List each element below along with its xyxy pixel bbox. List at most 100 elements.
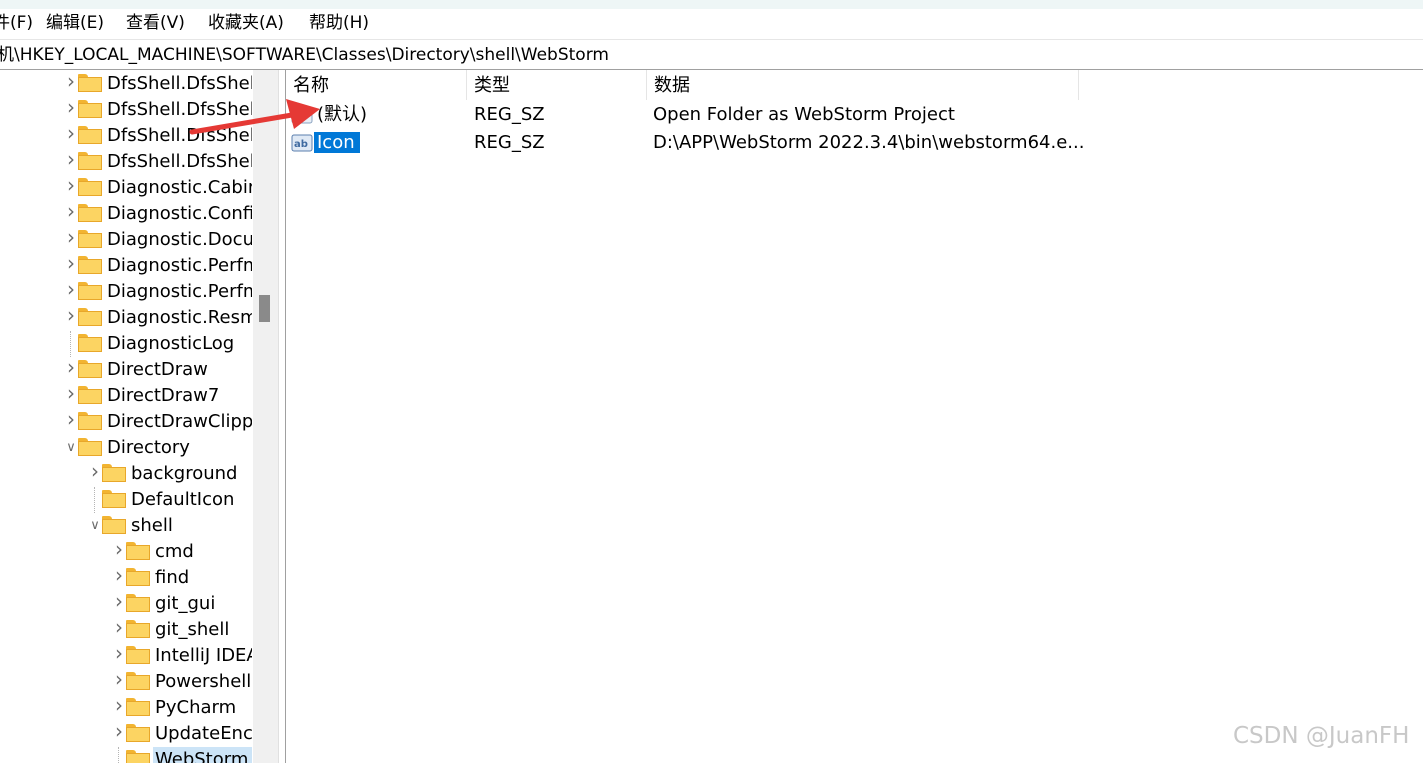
chevron-right-icon[interactable]: › [64, 227, 78, 247]
folder-icon [126, 620, 150, 638]
tree-item[interactable]: › Diagnostic.Perfm [64, 279, 252, 305]
tree-item-label: Powershell [155, 671, 252, 692]
chevron-right-icon[interactable]: › [64, 175, 78, 195]
tree-item[interactable]: › Diagnostic.Cabir [64, 175, 252, 201]
chevron-right-icon[interactable]: › [112, 695, 126, 715]
tree-item[interactable]: ∨ shell [88, 513, 252, 539]
tree-item-label: PyCharm [155, 697, 237, 718]
value-row-default[interactable]: ab (默认) REG_SZ Open Folder as WebStorm P… [286, 101, 1086, 129]
tree-item[interactable]: › IntelliJ IDEA [112, 643, 252, 669]
chevron-right-icon[interactable]: › [64, 409, 78, 429]
tree-item[interactable]: › Diagnostic.Confi [64, 201, 252, 227]
tree-item[interactable]: › UpdateEnc [112, 721, 252, 747]
column-header-type[interactable]: 类型 [467, 70, 647, 100]
folder-icon [126, 542, 150, 560]
chevron-down-icon[interactable]: ∨ [64, 441, 78, 455]
chevron-right-icon[interactable]: › [64, 149, 78, 169]
tree-item[interactable]: › DirectDraw7 [64, 383, 252, 409]
value-type: REG_SZ [474, 104, 545, 125]
tree-item[interactable]: › Diagnostic.Perfm [64, 253, 252, 279]
folder-icon [126, 646, 150, 664]
folder-icon [78, 256, 102, 274]
tree-item[interactable]: › Powershell [112, 669, 252, 695]
tree-item[interactable]: › find [112, 565, 252, 591]
chevron-right-icon[interactable]: › [64, 123, 78, 143]
window-top-strip [0, 0, 1423, 9]
tree-item-label: Diagnostic.Perfm [107, 255, 252, 276]
chevron-down-icon[interactable]: ∨ [88, 519, 102, 533]
tree-item[interactable]: › cmd [112, 539, 252, 565]
chevron-right-icon[interactable]: › [64, 201, 78, 221]
tree-item-label: DirectDraw7 [107, 385, 220, 406]
tree-item[interactable]: › PyCharm [112, 695, 252, 721]
chevron-right-icon[interactable]: › [88, 461, 102, 481]
tree-item[interactable]: › background [88, 461, 252, 487]
chevron-right-icon[interactable]: › [112, 539, 126, 559]
folder-icon [78, 178, 102, 196]
tree-item[interactable]: › git_shell [112, 617, 252, 643]
tree-item[interactable]: › Diagnostic.Docu [64, 227, 252, 253]
folder-icon [78, 308, 102, 326]
folder-icon [78, 152, 102, 170]
chevron-right-icon[interactable]: › [112, 721, 126, 741]
folder-icon [102, 516, 126, 534]
value-data: Open Folder as WebStorm Project [653, 104, 955, 125]
tree-item-label: Diagnostic.Perfm [107, 281, 252, 302]
chevron-right-icon[interactable]: › [112, 565, 126, 585]
tree-connector-icon [118, 747, 120, 763]
folder-icon [78, 204, 102, 222]
chevron-right-icon[interactable]: › [64, 253, 78, 273]
tree-scrollbar[interactable] [253, 70, 278, 763]
menu-view[interactable]: 查看(V) [126, 12, 185, 34]
tree-item-label: Directory [107, 437, 190, 458]
address-path[interactable]: 机\HKEY_LOCAL_MACHINE\SOFTWARE\Classes\Di… [0, 44, 609, 66]
tree-item[interactable]: DiagnosticLog [64, 331, 252, 357]
chevron-right-icon[interactable]: › [64, 357, 78, 377]
column-header-data[interactable]: 数据 [647, 70, 1079, 100]
tree-item-label: UpdateEnc [155, 723, 252, 744]
tree-item[interactable]: WebStorm [112, 747, 252, 763]
chevron-right-icon[interactable]: › [64, 383, 78, 403]
registry-values-list[interactable]: 名称 类型 数据 ab (默认) REG_SZ Open Folder as W… [286, 70, 1423, 763]
chevron-right-icon[interactable]: › [112, 643, 126, 663]
tree-item[interactable]: DefaultIcon [88, 487, 252, 513]
tree-item[interactable]: ∨ Directory [64, 435, 252, 461]
folder-icon [126, 672, 150, 690]
tree-item-label: DefaultIcon [131, 489, 235, 510]
chevron-right-icon[interactable]: › [112, 591, 126, 611]
tree-item[interactable]: › DfsShell.DfsShell [64, 149, 252, 175]
tree-item[interactable]: › DirectDraw [64, 357, 252, 383]
tree-item-label: shell [131, 515, 173, 536]
chevron-right-icon[interactable]: › [112, 617, 126, 637]
chevron-right-icon[interactable]: › [64, 305, 78, 325]
folder-icon [102, 464, 126, 482]
tree-item-label: WebStorm [153, 747, 252, 763]
tree-scrollbar-thumb[interactable] [259, 295, 270, 322]
tree-connector-icon [94, 487, 96, 513]
watermark: CSDN @JuanFH [1233, 723, 1410, 749]
value-row-icon[interactable]: ab Icon REG_SZ D:\APP\WebStorm 2022.3.4\… [286, 129, 1086, 157]
menu-help[interactable]: 帮助(H) [309, 12, 369, 34]
folder-icon [78, 386, 102, 404]
tree-item-label: git_gui [155, 593, 216, 614]
address-bar[interactable]: 机\HKEY_LOCAL_MACHINE\SOFTWARE\Classes\Di… [0, 39, 1423, 70]
folder-icon [126, 750, 150, 763]
menu-favorites[interactable]: 收藏夹(A) [208, 12, 284, 34]
tree-item-label: cmd [155, 541, 194, 562]
tree-item[interactable]: › git_gui [112, 591, 252, 617]
chevron-right-icon[interactable]: › [112, 669, 126, 689]
folder-icon [78, 282, 102, 300]
chevron-right-icon[interactable]: › [64, 97, 78, 117]
menu-edit[interactable]: 编辑(E) [46, 12, 104, 34]
menu-file[interactable]: 件(F) [0, 12, 33, 34]
tree-item-label: background [131, 463, 238, 484]
chevron-right-icon[interactable]: › [64, 71, 78, 91]
registry-key-tree[interactable]: › DfsShell.DfsShell › DfsShell.DfsShell › Dfs… [0, 70, 252, 763]
tree-item-label: find [155, 567, 190, 588]
chevron-right-icon[interactable]: › [64, 279, 78, 299]
tree-item[interactable]: › Diagnostic.Resm [64, 305, 252, 331]
folder-icon [78, 100, 102, 118]
folder-icon [126, 594, 150, 612]
pane-splitter[interactable] [278, 70, 286, 763]
tree-item[interactable]: › DirectDrawClipp [64, 409, 252, 435]
